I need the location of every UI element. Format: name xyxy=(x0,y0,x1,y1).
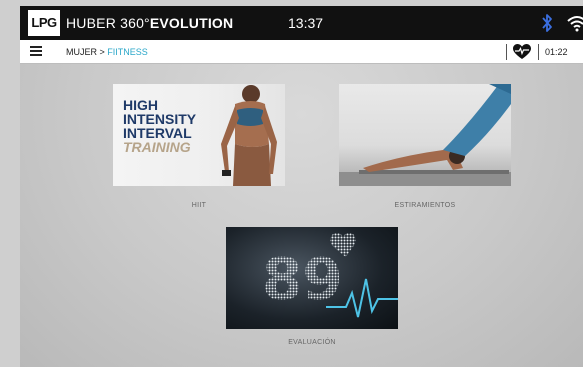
tile-estiramientos[interactable]: ESTIRAMIENTOS xyxy=(339,84,511,209)
heart-rate-value: 89 xyxy=(262,245,343,313)
hiit-image-text: HIGH INTENSITY INTERVAL TRAINING xyxy=(123,98,196,154)
bluetooth-icon[interactable] xyxy=(540,12,554,34)
app-screen: LPG HUBER 360°EVOLUTION 13:37 MUJER > FI… xyxy=(20,6,583,367)
divider xyxy=(538,44,539,60)
hiit-line: INTENSITY xyxy=(123,111,197,127)
stretching-figure xyxy=(339,84,511,186)
clock: 13:37 xyxy=(288,15,324,31)
breadcrumb: MUJER > FIITNESS xyxy=(66,47,148,57)
nav-bar: MUJER > FIITNESS 01:22 xyxy=(20,40,583,64)
stretching-image xyxy=(339,84,511,186)
app-title: HUBER 360°EVOLUTION xyxy=(66,15,233,31)
athlete-figure xyxy=(221,85,277,186)
app-title-prefix: HUBER 360° xyxy=(66,15,150,31)
wifi-icon xyxy=(567,16,583,32)
app-title-strong: EVOLUTION xyxy=(149,15,234,31)
device-frame: LPG HUBER 360°EVOLUTION 13:37 MUJER > FI… xyxy=(0,0,583,367)
lpg-logo: LPG xyxy=(28,10,60,36)
heart-rate-graphic: 89 xyxy=(262,233,398,318)
breadcrumb-current: FIITNESS xyxy=(107,47,148,57)
evaluation-image: 89 xyxy=(226,227,398,329)
tile-evaluacion[interactable]: 89 EVALUACIÓN xyxy=(226,227,398,346)
hiit-line: INTERVAL xyxy=(123,125,192,141)
tile-label: ESTIRAMIENTOS xyxy=(394,202,456,209)
tile-label: HIIT xyxy=(191,202,207,209)
session-timer: 01:22 xyxy=(545,47,568,57)
hamburger-icon[interactable] xyxy=(30,46,42,57)
tile-label: EVALUACIÓN xyxy=(288,339,336,346)
breadcrumb-parent[interactable]: MUJER > xyxy=(66,47,105,57)
heart-monitor-icon[interactable] xyxy=(513,44,531,60)
hiit-image: HIGH INTENSITY INTERVAL TRAINING xyxy=(113,84,285,186)
tile-hiit[interactable]: HIGH INTENSITY INTERVAL TRAINING HIIT xyxy=(113,84,285,209)
status-bar: LPG HUBER 360°EVOLUTION 13:37 xyxy=(20,6,583,40)
hiit-line: HIGH xyxy=(123,97,158,113)
hiit-line: TRAINING xyxy=(123,139,191,155)
divider xyxy=(506,44,507,60)
